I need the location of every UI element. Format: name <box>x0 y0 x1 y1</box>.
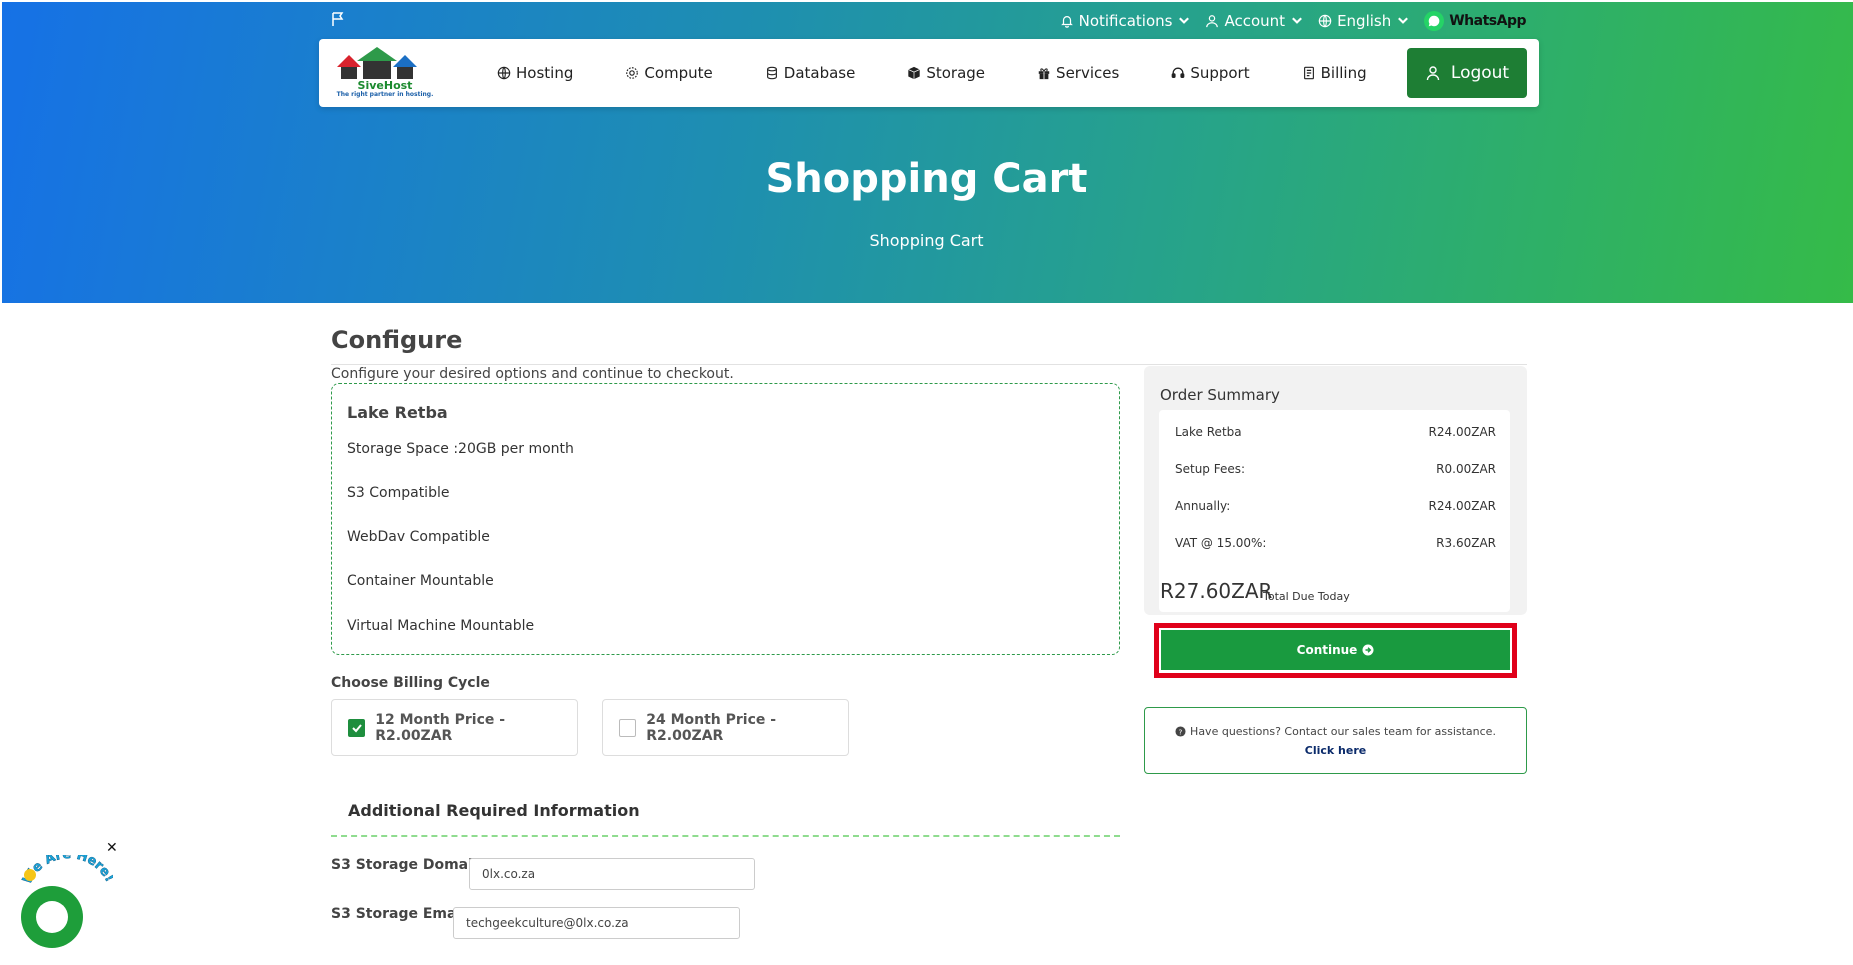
top-utility-bar: Notifications Account English WhatsApp <box>1060 10 1526 32</box>
logout-label: Logout <box>1450 63 1510 83</box>
configure-description: Configure your desired options and conti… <box>331 366 734 382</box>
nav-item-hosting[interactable]: Hosting <box>497 64 573 82</box>
additional-info-heading: Additional Required Information <box>348 801 640 820</box>
nav-menu: Hosting Compute Database Storage Service… <box>497 39 1419 107</box>
total-amount: R27.60ZAR <box>1160 579 1273 603</box>
invoice-icon <box>1303 66 1314 80</box>
chat-close-button[interactable]: ✕ <box>106 840 118 856</box>
checkbox-checked[interactable] <box>348 718 366 737</box>
nav-item-label: Database <box>783 64 856 82</box>
wave-hand-icon <box>24 869 36 881</box>
breadcrumb: Shopping Cart <box>869 231 984 250</box>
nav-item-label: Support <box>1190 64 1250 82</box>
order-summary: Order Summary Lake Retba R24.00ZAR Setup… <box>1144 366 1527 615</box>
billing-option-label: 12 Month Price - R2.00ZAR <box>375 711 506 744</box>
page-title: Shopping Cart <box>765 156 1088 202</box>
nav-item-label: Billing <box>1320 64 1367 82</box>
configure-heading: Configure <box>331 326 463 354</box>
product-feature: Storage Space :20GB per month <box>347 441 574 457</box>
notifications-label: Notifications <box>1078 12 1173 30</box>
summary-row-value: R24.00ZAR <box>1428 499 1496 513</box>
checkbox-unchecked[interactable] <box>619 718 637 737</box>
summary-row: Lake Retba R24.00ZAR <box>1175 425 1496 439</box>
total-due-label: Total Due Today <box>1263 590 1350 603</box>
nav-item-billing[interactable]: Billing <box>1302 64 1367 82</box>
whatsapp-icon <box>1424 11 1445 31</box>
user-icon <box>1206 15 1219 28</box>
flag-icon[interactable] <box>330 11 346 27</box>
notifications-menu[interactable]: Notifications <box>1060 12 1192 30</box>
nav-item-label: Hosting <box>516 64 574 82</box>
gift-icon <box>1038 68 1050 80</box>
billing-option-24-month[interactable]: 24 Month Price - R2.00ZAR <box>602 699 849 756</box>
product-details-box: Lake Retba Storage Space :20GB per month… <box>331 383 1120 655</box>
product-feature: Virtual Machine Mountable <box>347 618 535 634</box>
account-label: Account <box>1224 12 1286 30</box>
whatsapp-link[interactable]: WhatsApp <box>1424 11 1526 31</box>
nav-item-label: Storage <box>926 64 986 82</box>
s3-email-label: S3 Storage Email <box>331 906 467 922</box>
language-menu[interactable]: English <box>1318 12 1410 30</box>
chevron-down-icon <box>1398 17 1409 24</box>
checkmark-icon <box>351 723 362 732</box>
billing-option-label: 24 Month Price - R2.00ZAR <box>646 711 777 744</box>
account-menu[interactable]: Account <box>1205 12 1304 30</box>
chat-bubble-icon <box>36 901 68 933</box>
summary-row: VAT @ 15.00%: R3.60ZAR <box>1175 536 1496 550</box>
arrow-circle-right-icon <box>1362 644 1374 656</box>
summary-row-label: Lake Retba <box>1175 425 1242 439</box>
gear-icon <box>626 67 639 79</box>
whatsapp-label: WhatsApp <box>1449 13 1526 29</box>
summary-row-value: R24.00ZAR <box>1428 425 1496 439</box>
headset-icon <box>1171 67 1185 79</box>
help-question: ? Have questions? Contact our sales team… <box>1145 725 1526 738</box>
continue-button[interactable]: Continue <box>1161 630 1510 670</box>
order-summary-title: Order Summary <box>1160 386 1280 404</box>
summary-row-value: R3.60ZAR <box>1436 536 1496 550</box>
box-icon <box>908 66 921 80</box>
summary-row: Setup Fees: R0.00ZAR <box>1175 462 1496 476</box>
dashed-divider <box>331 835 1120 837</box>
summary-row-label: Annually: <box>1175 499 1231 513</box>
nav-item-label: Services <box>1056 64 1120 82</box>
help-text: Have questions? Contact our sales team f… <box>1190 725 1496 738</box>
product-feature: WebDav Compatible <box>347 529 490 545</box>
s3-domain-label: S3 Storage Domain <box>331 857 483 873</box>
main-navbar: SiveHost The right partner in hosting. H… <box>319 39 1539 107</box>
continue-label: Continue <box>1296 643 1358 657</box>
chevron-down-icon <box>1179 17 1190 24</box>
chevron-down-icon <box>1292 17 1303 24</box>
summary-row-label: VAT @ 15.00%: <box>1175 536 1267 550</box>
product-feature: Container Mountable <box>347 573 494 589</box>
nav-item-database[interactable]: Database <box>765 64 856 82</box>
nav-item-compute[interactable]: Compute <box>625 64 713 82</box>
s3-domain-input[interactable] <box>469 858 755 890</box>
globe-icon <box>1318 14 1332 28</box>
click-here-link[interactable]: Click here <box>1145 744 1526 757</box>
question-circle-icon: ? <box>1175 726 1186 737</box>
summary-row-label: Setup Fees: <box>1175 462 1246 476</box>
product-name: Lake Retba <box>347 403 448 422</box>
product-feature: S3 Compatible <box>347 485 450 501</box>
divider <box>331 364 1527 365</box>
language-label: English <box>1337 12 1392 30</box>
sales-help-box: ? Have questions? Contact our sales team… <box>1144 707 1527 774</box>
summary-row-value: R0.00ZAR <box>1436 462 1496 476</box>
billing-cycle-label: Choose Billing Cycle <box>331 675 490 691</box>
summary-row: Annually: R24.00ZAR <box>1175 499 1496 513</box>
chat-widget-button[interactable] <box>21 886 83 948</box>
brand-tagline: The right partner in hosting. <box>336 91 434 98</box>
billing-option-12-month[interactable]: 12 Month Price - R2.00ZAR <box>331 699 578 756</box>
nav-item-storage[interactable]: Storage <box>907 64 985 82</box>
user-icon <box>1426 66 1440 81</box>
database-icon <box>766 66 777 80</box>
bell-icon <box>1060 16 1073 28</box>
s3-email-input[interactable] <box>453 907 740 939</box>
nav-item-support[interactable]: Support <box>1171 64 1250 82</box>
logout-button[interactable]: Logout <box>1407 48 1527 98</box>
svg-text:?: ? <box>1179 727 1183 736</box>
nav-item-label: Compute <box>644 64 713 82</box>
nav-item-services[interactable]: Services <box>1037 64 1119 82</box>
globe-icon <box>497 66 511 80</box>
